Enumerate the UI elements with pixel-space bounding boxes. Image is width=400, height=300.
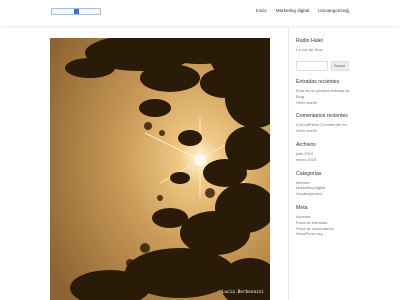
widget-title: Meta bbox=[296, 204, 308, 211]
widget-title: Categorías bbox=[296, 170, 322, 177]
featured-photo: Lucia Berbenazzi bbox=[50, 38, 270, 300]
recent-posts-widget: Entradas recientes Esta es mi primera en… bbox=[296, 79, 356, 105]
widget-title: Entradas recientes bbox=[296, 79, 340, 85]
widget-title: Comentarios recientes bbox=[296, 113, 348, 120]
recent-comment-link[interactable]: A WordPress Commenter en Hello world! bbox=[296, 122, 356, 134]
nav-uncategorized[interactable]: Uncategorized bbox=[318, 8, 348, 13]
archive-link[interactable]: enero 2019 bbox=[296, 157, 356, 163]
categories-widget: Categorías Internet Marketing digital Un… bbox=[296, 171, 356, 197]
nav-inicio[interactable]: Inicio bbox=[256, 8, 267, 13]
site-header: Inicio Marketing digital Uncategorized bbox=[0, 0, 400, 26]
site-logo[interactable] bbox=[51, 8, 101, 15]
sidebar: Radio Halel Lá voz de Dios Buscar Entrad… bbox=[296, 38, 356, 245]
recent-post-link[interactable]: Hello world! bbox=[296, 100, 356, 106]
site-tagline: Lá voz de Dios bbox=[296, 47, 323, 52]
content-divider bbox=[288, 27, 289, 300]
archives-widget: Archivos julio 2019 enero 2019 bbox=[296, 142, 356, 163]
search-icon[interactable] bbox=[345, 9, 350, 14]
site-info: Radio Halel Lá voz de Dios bbox=[296, 38, 356, 53]
meta-link[interactable]: WordPress.org bbox=[296, 231, 356, 237]
nav-marketing-digital[interactable]: Marketing digital bbox=[276, 8, 309, 13]
search-button[interactable]: Buscar bbox=[331, 61, 349, 71]
logo-mark bbox=[74, 9, 79, 14]
meta-widget: Meta Acceder Feed de entradas Feed de co… bbox=[296, 205, 356, 237]
recent-comments-widget: Comentarios recientes A WordPress Commen… bbox=[296, 113, 356, 134]
main-nav: Inicio Marketing digital Uncategorized bbox=[256, 8, 348, 13]
recent-post-link[interactable]: Esta es mi primera entrada de Blog bbox=[296, 88, 356, 100]
sidebar-search: Buscar bbox=[296, 61, 356, 71]
search-input[interactable] bbox=[296, 61, 328, 71]
widget-title: Archivos bbox=[296, 141, 316, 148]
category-link[interactable]: Uncategorized bbox=[296, 191, 356, 197]
site-title[interactable]: Radio Halel bbox=[296, 38, 356, 44]
photo-credit: Lucia Berbenazzi bbox=[221, 290, 264, 295]
